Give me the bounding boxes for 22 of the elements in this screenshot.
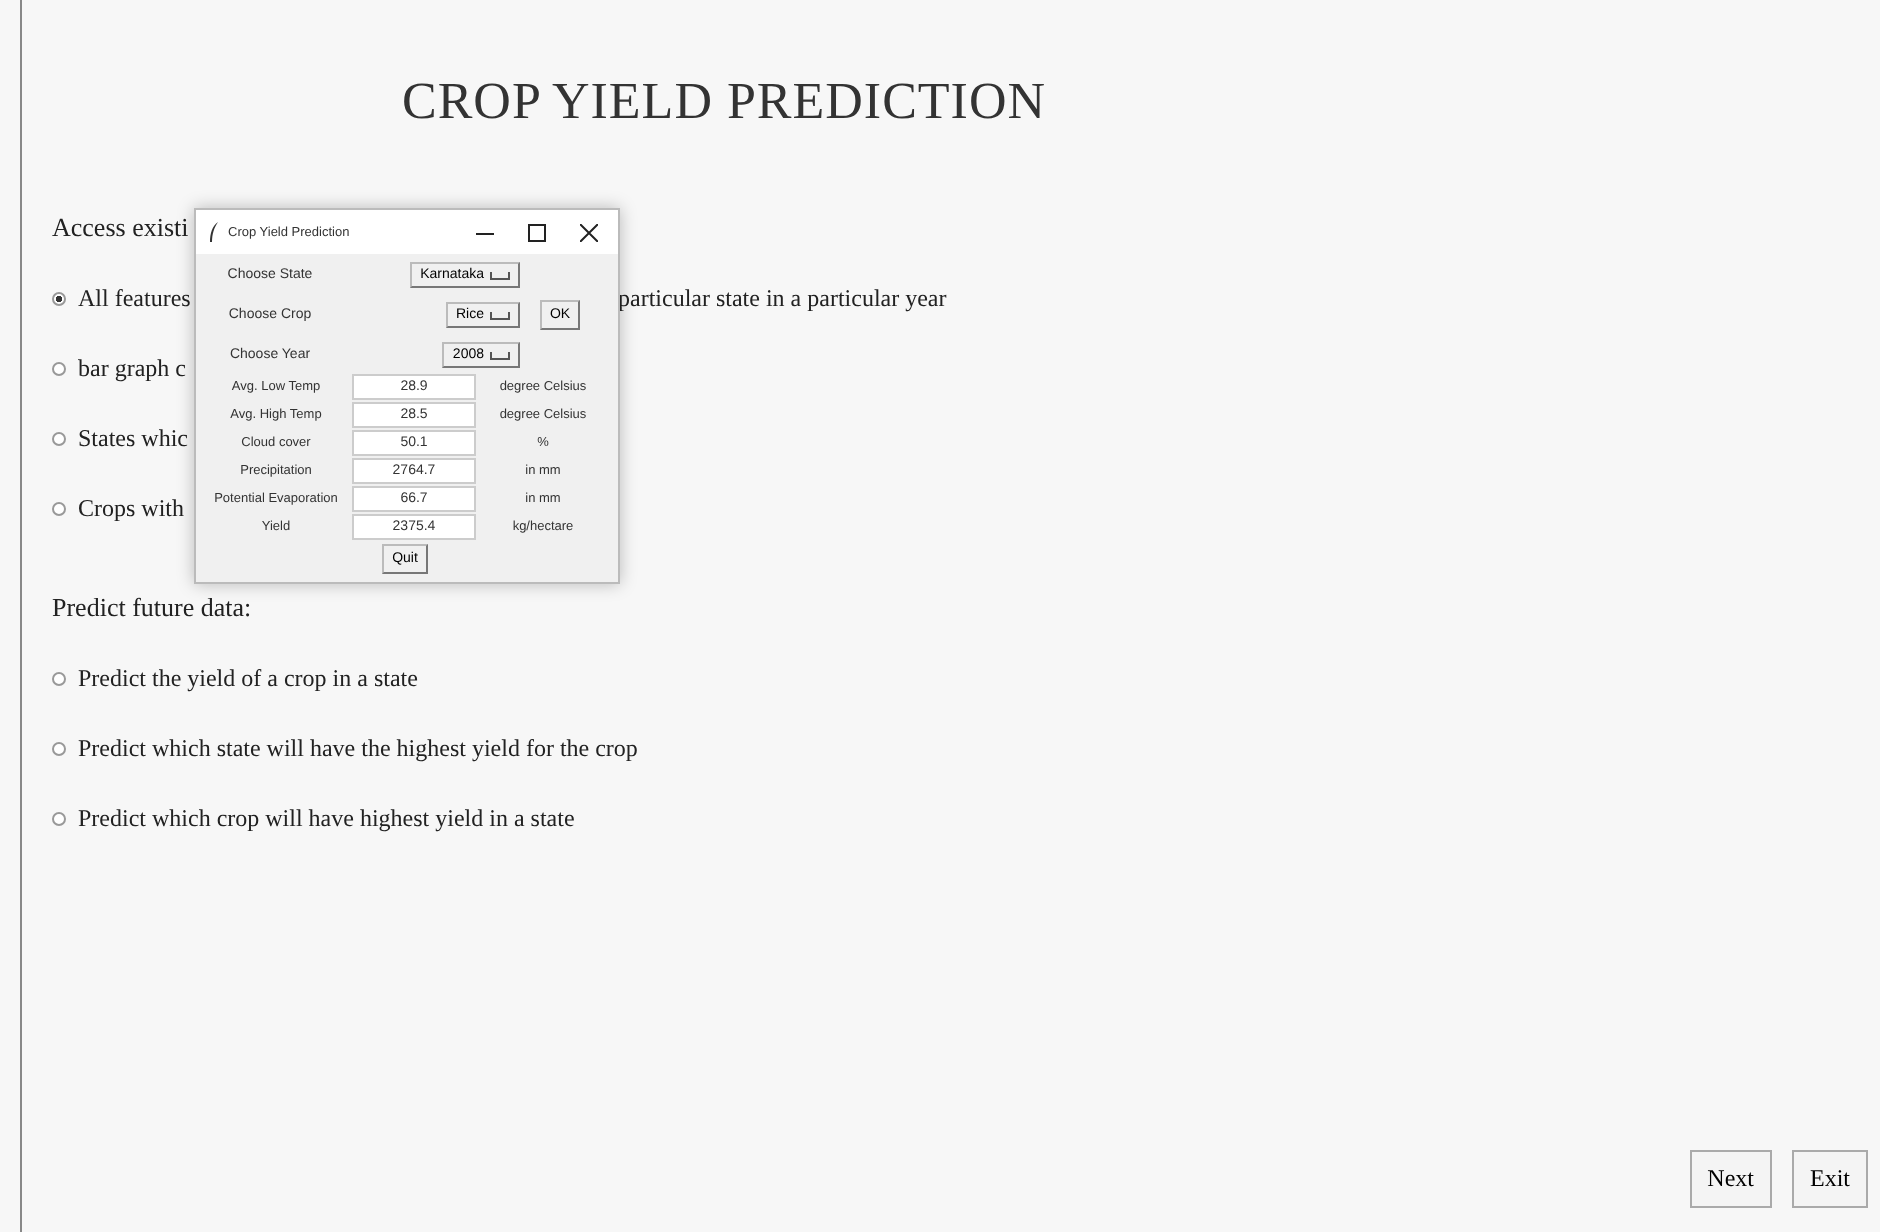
option-label[interactable]: Predict the yield of a crop in a state xyxy=(78,664,418,694)
maximize-icon[interactable] xyxy=(528,223,546,241)
option-label: particular state in a particular year xyxy=(618,284,947,314)
radio-button[interactable] xyxy=(52,672,66,686)
next-button[interactable]: Next xyxy=(1689,1150,1772,1208)
radio-button[interactable] xyxy=(52,432,66,446)
app-title: CROP YIELD PREDICTION xyxy=(402,72,1049,132)
exit-button[interactable]: Exit xyxy=(1792,1150,1868,1208)
option-label[interactable]: bar graph c xyxy=(78,354,186,384)
section-heading: Predict future data: xyxy=(52,592,252,624)
close-icon[interactable] xyxy=(580,223,598,241)
radio-button[interactable] xyxy=(52,292,66,306)
radio-button[interactable] xyxy=(52,742,66,756)
feather-icon xyxy=(208,222,220,242)
option-label[interactable]: Crops with xyxy=(78,494,185,524)
radio-button[interactable] xyxy=(52,812,66,826)
radio-button[interactable] xyxy=(52,502,66,516)
option-label[interactable]: Predict which state will have the highest yield for the crop xyxy=(78,734,638,764)
radio-button[interactable] xyxy=(52,362,66,376)
section-heading: Access existi xyxy=(52,212,189,244)
option-label[interactable]: Predict which crop will have highest yield in a state xyxy=(78,804,575,834)
option-label[interactable]: States whic xyxy=(78,424,188,454)
